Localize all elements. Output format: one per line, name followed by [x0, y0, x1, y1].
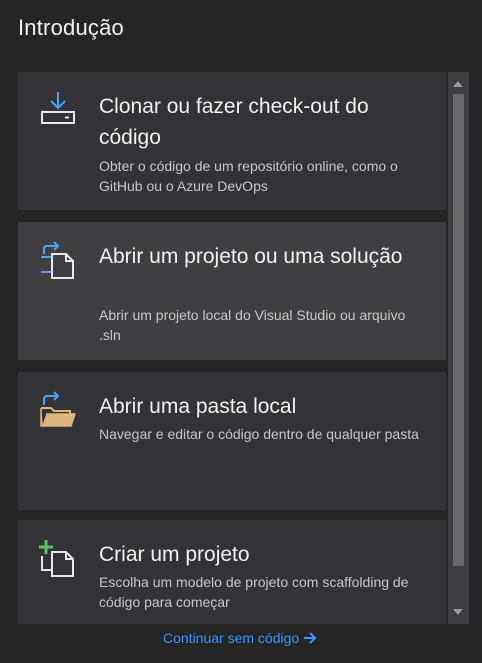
scroll-up-arrow-icon[interactable] [453, 81, 463, 87]
card-description: Abrir um projeto local do Visual Studio … [99, 307, 406, 343]
new-project-icon [38, 538, 78, 578]
scroll-down-arrow-icon[interactable] [453, 609, 463, 615]
vertical-scrollbar[interactable] [448, 72, 469, 624]
clone-repository-card[interactable]: Clonar ou fazer check-out do código Obte… [18, 72, 446, 210]
continue-without-code-link[interactable]: Continuar sem código [163, 630, 317, 646]
open-project-icon [38, 240, 78, 280]
open-folder-card[interactable]: Abrir uma pasta local Navegar e editar o… [18, 372, 446, 510]
create-project-card[interactable]: Criar um projeto Escolha um modelo de pr… [18, 520, 446, 624]
card-title: Abrir uma pasta local [99, 395, 297, 418]
continue-link-label: Continuar sem código [163, 630, 300, 646]
card-title: Abrir um projeto ou uma solução [99, 245, 403, 268]
card-description: Escolha um modelo de projeto com scaffol… [99, 574, 409, 610]
card-title: Clonar ou fazer check-out do código [99, 95, 369, 149]
card-description: Navegar e editar o código dentro de qual… [99, 426, 419, 442]
page-title: Introdução [18, 15, 124, 40]
arrow-right-icon [304, 632, 317, 644]
download-clone-icon [38, 90, 78, 130]
getting-started-panel: Introdução Clonar ou fazer check-out do … [0, 0, 482, 663]
open-project-card[interactable]: Abrir um projeto ou uma solução Abrir um… [18, 222, 446, 360]
actions-list: Clonar ou fazer check-out do código Obte… [18, 72, 469, 624]
card-description: Obter o código de um repositório online,… [99, 158, 398, 194]
card-title: Criar um projeto [99, 543, 250, 566]
open-folder-icon [38, 390, 78, 430]
scrollbar-thumb[interactable] [453, 94, 464, 566]
